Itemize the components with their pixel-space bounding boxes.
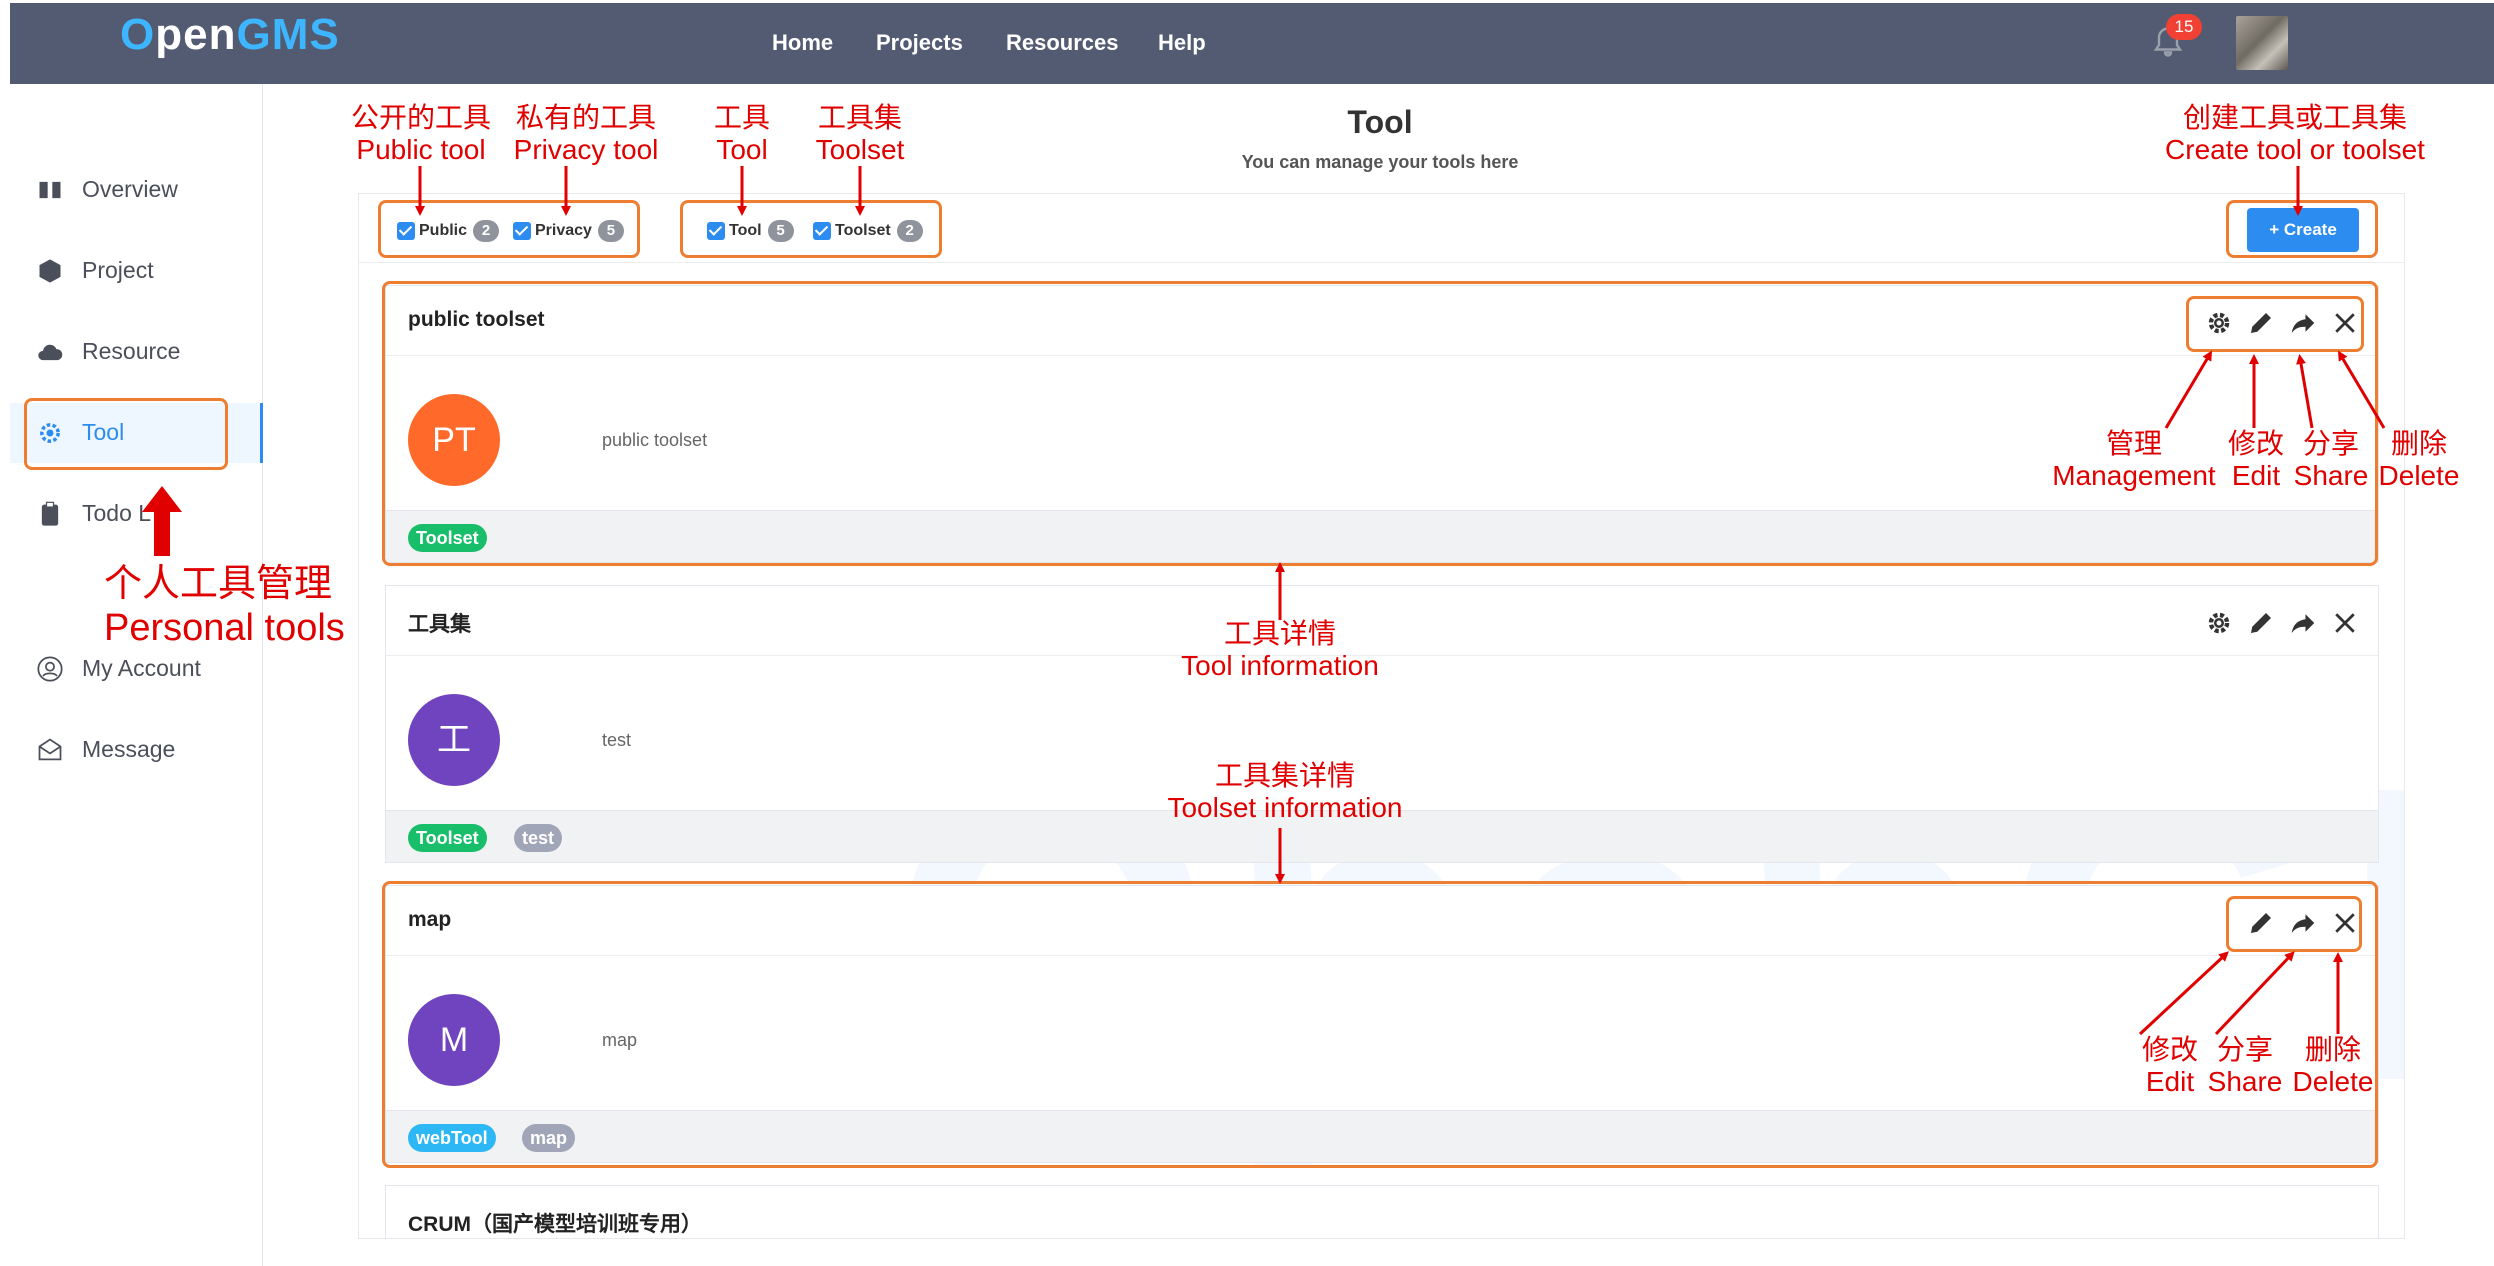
annotation-tool: 工具 Tool [713, 102, 770, 165]
sidebar-item-label: Overview [82, 176, 178, 202]
sidebar-item-label: Project [82, 257, 154, 283]
card-title[interactable]: 工具集 [408, 608, 471, 638]
annotation-public-tool: 公开的工具 Public tool [350, 102, 491, 165]
annotation-edit: 修改 Edit [2227, 428, 2284, 491]
notification-badge: 15 [2166, 14, 2202, 40]
annotation-delete: 删除 Delete [2292, 1034, 2374, 1097]
user-icon [37, 656, 63, 682]
highlight-type-filters [680, 200, 942, 258]
highlight-create-button [2226, 200, 2378, 258]
page-title: Tool [1347, 104, 1413, 140]
nav-resources-link[interactable]: Resources [1006, 30, 1119, 56]
highlight-tool-card [382, 281, 2378, 566]
annotation-personal-tools: 个人工具管理 Personal tools [104, 563, 345, 649]
tag-toolset[interactable]: Toolset [408, 824, 487, 852]
mail-icon [38, 738, 62, 761]
sidebar-item-overview[interactable]: Overview [10, 160, 263, 220]
cube-icon [39, 259, 61, 283]
annotation-create: 创建工具或工具集 Create tool or toolset [2165, 102, 2425, 165]
sidebar-item-message[interactable]: Message [10, 720, 263, 780]
annotation-privacy-tool: 私有的工具 Privacy tool [513, 102, 659, 165]
sidebar-item-resource[interactable]: Resource [10, 322, 263, 382]
annotation-share: 分享 Share [2207, 1034, 2283, 1097]
annotation-toolset-info: 工具集详情 Toolset information [1167, 760, 1403, 823]
highlight-card-actions [2226, 896, 2362, 952]
nav-projects-link[interactable]: Projects [876, 30, 963, 56]
sidebar-item-label: My Account [82, 655, 201, 681]
sidebar-item-label: Todo L [82, 500, 152, 526]
annotation-delete: 删除 Delete [2378, 428, 2460, 491]
annotation-toolset: 工具集 Toolset [815, 102, 905, 165]
sidebar-item-todo[interactable]: Todo L [10, 484, 263, 544]
highlight-card-actions [2186, 296, 2364, 352]
book-icon [39, 181, 61, 199]
close-icon[interactable] [2330, 608, 2360, 638]
top-nav-bar [10, 3, 2494, 84]
highlight-sidebar-tool [24, 398, 228, 470]
nav-help-link[interactable]: Help [1158, 30, 1206, 56]
gear-icon[interactable] [2204, 608, 2234, 638]
nav-home-link[interactable]: Home [772, 30, 833, 56]
annotation-management: 管理 Management [2052, 428, 2216, 491]
annotation-tool-info: 工具详情 Tool information [1181, 618, 1379, 681]
filter-bar: Public 2 Privacy 5 Tool 5 Toolset 2 [358, 193, 2405, 263]
sidebar-item-label: Resource [82, 338, 181, 364]
sidebar-item-project[interactable]: Project [10, 241, 263, 301]
card-title[interactable]: CRUM（国产模型培训班专用） [408, 1208, 702, 1238]
annotation-edit: 修改 Edit [2141, 1034, 2198, 1097]
sidebar: Overview Project Resource Tool Todo L My… [10, 84, 263, 1266]
page-subtitle: You can manage your tools here [1241, 152, 1519, 172]
cloud-icon [38, 344, 63, 361]
highlight-visibility-filters [378, 200, 640, 258]
tag-test[interactable]: test [514, 824, 563, 852]
card-description: test [602, 730, 632, 750]
opengms-logo[interactable]: OpenGMS [120, 10, 340, 60]
clipboard-icon [41, 501, 59, 526]
sidebar-item-label: Message [82, 736, 176, 762]
pencil-icon[interactable] [2246, 608, 2276, 638]
annotation-share: 分享 Share [2293, 428, 2369, 491]
user-avatar[interactable] [2236, 16, 2288, 70]
tool-card[interactable]: CRUM（国产模型培训班专用） [385, 1185, 2379, 1238]
share-arrow-icon[interactable] [2288, 608, 2318, 638]
card-avatar: 工 [408, 694, 500, 786]
highlight-toolset-card [382, 881, 2378, 1168]
